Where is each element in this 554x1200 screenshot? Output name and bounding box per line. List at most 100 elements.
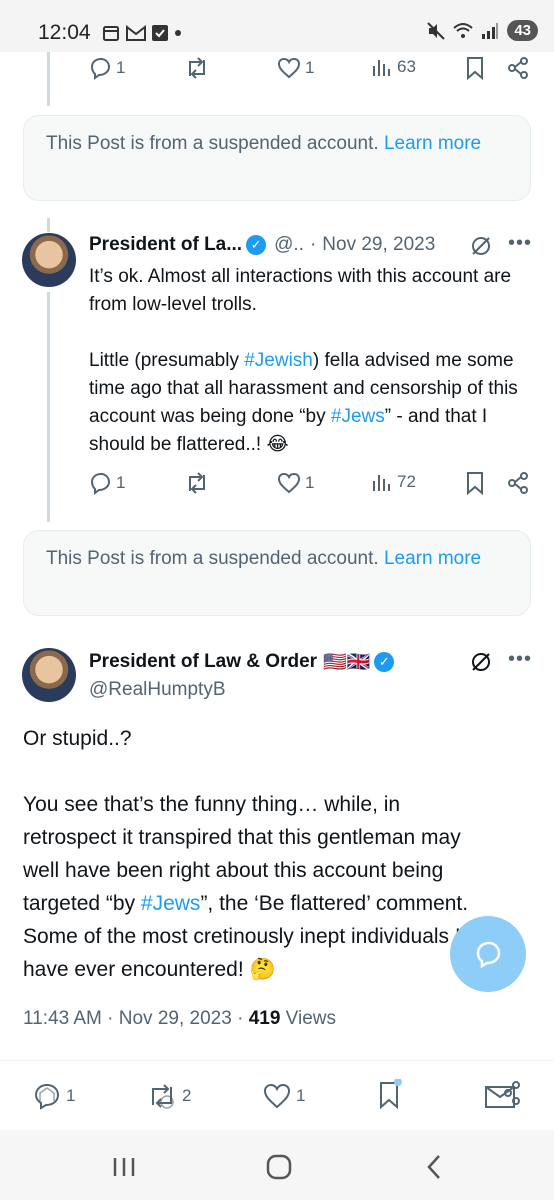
text-span: Little (presumably — [89, 350, 245, 371]
post-date: Nov 29, 2023 — [118, 1008, 232, 1029]
like-button[interactable]: 1 — [262, 1081, 305, 1111]
gmail-icon — [126, 25, 146, 41]
grok-icon[interactable] — [469, 234, 493, 258]
repost-button[interactable] — [184, 471, 210, 495]
status-bar: 12:04 43 — [0, 0, 554, 52]
views-label[interactable]: Views — [286, 1008, 336, 1029]
system-navigation-bar — [0, 1130, 554, 1200]
grok-icon[interactable] — [469, 650, 493, 674]
repost-button[interactable]: 2 — [146, 1081, 191, 1111]
suspended-text: This Post is from a suspended account. — [46, 548, 379, 569]
flags: 🇺🇸🇬🇧 — [323, 652, 371, 673]
heart-icon — [277, 57, 301, 79]
avatar[interactable] — [22, 233, 76, 287]
reply-button[interactable]: 1 — [88, 56, 125, 80]
dot-icon — [175, 30, 181, 36]
status-time: 12:04 — [38, 21, 91, 44]
post-paragraph: Or stupid..? — [23, 727, 132, 750]
bookmark-icon — [467, 472, 483, 495]
share-icon — [485, 1081, 520, 1108]
bottom-action-bar: 1 2 1 — [0, 1060, 554, 1131]
avatar[interactable] — [22, 648, 76, 702]
verified-badge-icon: ✓ — [374, 652, 395, 672]
reply-count: 1 — [116, 58, 126, 77]
calendar-icon — [103, 26, 119, 41]
notification-icons — [102, 24, 182, 42]
post-paragraph: You see that’s the funny thing… while, i… — [23, 788, 523, 986]
mute-icon — [427, 21, 446, 40]
bookmark-icon — [467, 57, 483, 80]
reply-button[interactable]: 1 — [88, 471, 125, 495]
like-count: 1 — [305, 473, 315, 492]
views-icon — [373, 60, 390, 76]
post-header: President of Law & Order 🇺🇸🇬🇧 ✓ ••• — [89, 648, 534, 674]
repost-count: 2 — [182, 1086, 192, 1105]
learn-more-link[interactable]: Learn more — [384, 548, 481, 569]
repost-icon — [189, 57, 205, 79]
thread-line — [47, 218, 50, 232]
bookmark-button[interactable] — [374, 1079, 404, 1111]
battery-indicator: 43 — [507, 20, 538, 41]
views-count: 63 — [397, 57, 416, 76]
suspended-notice: This Post is from a suspended account. L… — [23, 530, 531, 616]
reply-button[interactable]: 1 — [32, 1081, 75, 1111]
reply-icon — [90, 57, 111, 80]
share-button[interactable] — [484, 1079, 524, 1111]
post-actions: 1 1 72 — [88, 471, 532, 501]
post-paragraph: Little (presumably #Jewish) fella advise… — [89, 347, 534, 459]
post-date[interactable]: Nov 29, 2023 — [322, 234, 435, 256]
back-icon[interactable] — [424, 1154, 444, 1180]
system-icons: 43 — [427, 20, 538, 41]
thread-line — [47, 52, 50, 106]
post-timestamp: 11:43 AM · Nov 29, 2023 · 419 Views — [23, 1008, 336, 1030]
hashtag-link[interactable]: #Jewish — [244, 350, 313, 371]
author-name[interactable]: President of Law & Order — [89, 651, 317, 673]
suspended-notice: This Post is from a suspended account. L… — [23, 115, 531, 201]
repost-button[interactable] — [184, 56, 210, 80]
post-paragraph: It’s ok. Almost all interactions with th… — [89, 266, 512, 315]
author-name[interactable]: President of La... — [89, 234, 242, 256]
share-button[interactable] — [506, 471, 530, 495]
compose-reply-button[interactable] — [450, 916, 526, 992]
repost-icon — [189, 472, 205, 494]
hashtag-link[interactable]: #Jews — [141, 892, 201, 915]
meta-separator: · — [237, 1008, 244, 1029]
recent-apps-icon[interactable] — [112, 1156, 136, 1178]
author-handle[interactable]: @.. — [274, 234, 304, 256]
wifi-icon — [453, 22, 473, 38]
heart-icon — [263, 1083, 291, 1109]
like-button[interactable]: 1 — [277, 56, 314, 80]
post-header: President of La... ✓ @.. · Nov 29, 2023 … — [89, 232, 534, 258]
hashtag-link[interactable]: #Jews — [331, 406, 385, 427]
home-icon[interactable] — [266, 1154, 292, 1180]
check-icon — [152, 25, 168, 41]
bookmark-button[interactable] — [464, 56, 486, 80]
reply-count: 1 — [66, 1086, 76, 1105]
reply-bubble-icon — [476, 941, 501, 969]
share-icon — [508, 57, 528, 79]
learn-more-link[interactable]: Learn more — [384, 133, 481, 154]
post-time: 11:43 AM — [23, 1008, 102, 1029]
views-count: 419 — [248, 1008, 281, 1029]
reply-count: 1 — [116, 473, 126, 492]
reply-icon — [90, 472, 111, 495]
like-count: 1 — [305, 58, 315, 77]
verified-badge-icon: ✓ — [246, 235, 267, 255]
thread-line — [47, 292, 50, 522]
author-handle[interactable]: @RealHumptyB — [89, 679, 226, 701]
signal-icon — [482, 22, 499, 39]
views-button[interactable]: 63 — [371, 56, 416, 78]
reply-icon — [34, 1083, 60, 1110]
repost-icon — [152, 1084, 174, 1109]
bookmark-button[interactable] — [464, 471, 486, 495]
share-button[interactable] — [506, 56, 530, 80]
meta-separator: · — [309, 234, 317, 255]
meta-separator: · — [107, 1008, 114, 1029]
more-options-icon[interactable]: ••• — [508, 648, 532, 671]
like-button[interactable]: 1 — [277, 471, 314, 495]
post-text: Or stupid..? You see that’s the funny th… — [23, 722, 523, 986]
heart-icon — [277, 472, 301, 494]
suspended-text: This Post is from a suspended account. — [46, 133, 379, 154]
more-options-icon[interactable]: ••• — [508, 232, 532, 255]
views-button[interactable]: 72 — [371, 471, 416, 493]
